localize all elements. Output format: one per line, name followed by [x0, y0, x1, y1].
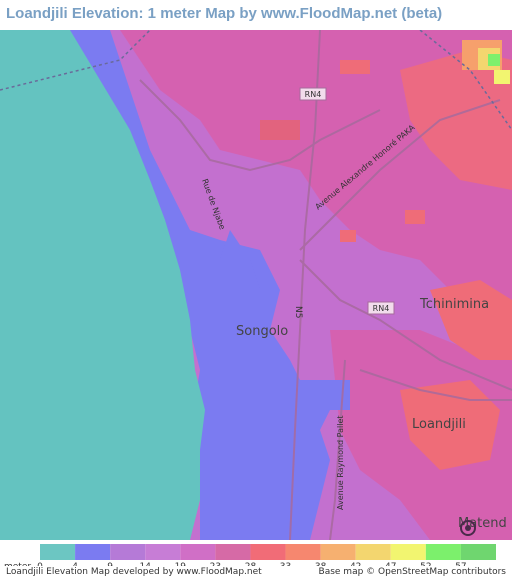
peak-green [488, 54, 500, 66]
svg-text:RN4: RN4 [373, 304, 390, 313]
legend-swatch [425, 544, 461, 560]
peak-yellow-2 [494, 70, 510, 84]
legend-swatch [215, 544, 251, 560]
legend-swatch [390, 544, 426, 560]
legend-swatch [355, 544, 391, 560]
legend-swatch [320, 544, 356, 560]
footer: Loandjili Elevation Map developed by www… [0, 566, 512, 582]
road-label-n5: N5 [293, 306, 303, 318]
legend-swatch [250, 544, 286, 560]
legend-swatch [40, 544, 76, 560]
legend-swatch [180, 544, 216, 560]
road-label-pallet: Avenue Raymond Pallet [336, 415, 345, 510]
legend-swatch [110, 544, 146, 560]
legend-swatch [145, 544, 181, 560]
map-header: Loandjili Elevation: 1 meter Map by www.… [0, 0, 512, 30]
legend-swatch [460, 544, 496, 560]
elevation-legend: meter 04914192328333842475257 [0, 540, 512, 572]
basemap-attribution: Base map © OpenStreetMap contributors [318, 567, 506, 577]
hot-patch-2 [260, 120, 300, 140]
elevation-map[interactable]: RN4 RN4 N5 Rue de Njabe Avenue Alexandre… [0, 30, 512, 540]
place-label-songolo: Songolo [236, 324, 288, 339]
place-label-tchinimina: Tchinimina [419, 297, 489, 312]
legend-swatch [75, 544, 111, 560]
hot-patch-1 [340, 60, 370, 74]
credit-text: Loandjili Elevation Map developed by www… [6, 567, 262, 577]
place-label-loandjili: Loandjili [412, 417, 466, 432]
svg-text:RN4: RN4 [305, 90, 322, 99]
hot-patch-4 [340, 230, 356, 242]
legend-swatch [285, 544, 321, 560]
hot-patch-3 [405, 210, 425, 224]
legend-color-bar [40, 544, 496, 560]
page-title: Loandjili Elevation: 1 meter Map by www.… [6, 5, 443, 22]
road-label-rn4-east: RN4 [367, 301, 395, 315]
road-label-rn4-north: RN4 [299, 87, 327, 101]
